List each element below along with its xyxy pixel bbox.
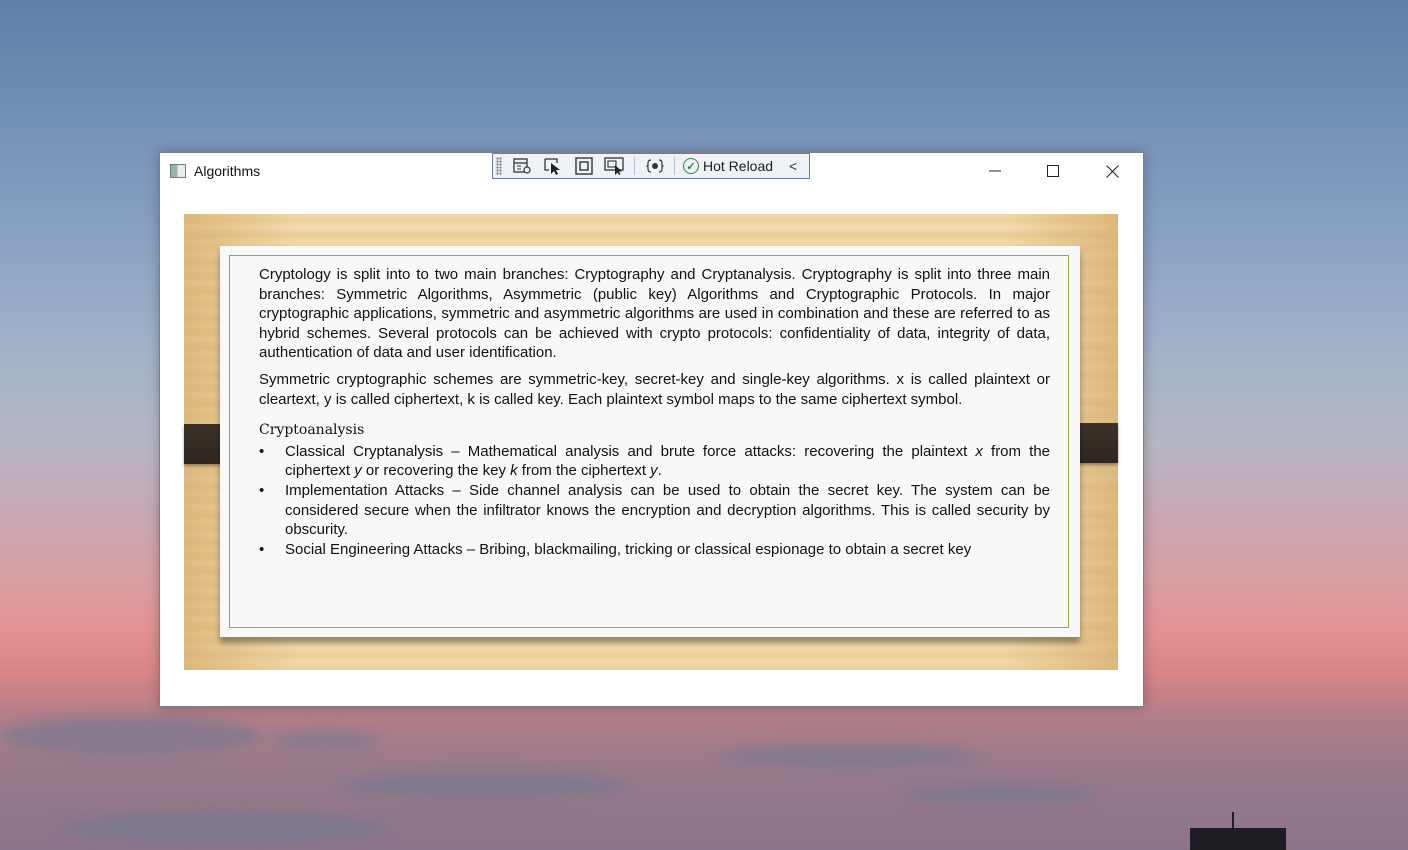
title-bar[interactable]: Algorithms ✓ Hot Reload < [160, 153, 1143, 191]
list-text: from the ciphertext [517, 462, 651, 480]
var-y: y [650, 462, 658, 480]
desktop-wallpaper: Algorithms ✓ Hot Reload < Cryptology is … [0, 0, 1408, 850]
display-layout-adorners-icon[interactable] [573, 156, 595, 176]
cloud [270, 732, 380, 748]
xaml-debug-toolbar: ✓ Hot Reload < [492, 153, 810, 179]
binding-failures-icon[interactable] [644, 156, 666, 176]
cloud [0, 715, 260, 755]
app-window: Algorithms ✓ Hot Reload < Cryptology is … [159, 152, 1144, 707]
list-text: or recovering the key [361, 462, 511, 480]
cloud [60, 812, 390, 842]
list-item-implementation: Implementation Attacks – Side channel an… [259, 481, 1050, 540]
building-silhouette [1190, 828, 1286, 850]
cloud [340, 772, 630, 798]
toolbar-grip-icon[interactable] [496, 157, 502, 175]
list-item-classical: Classical Cryptanalysis – Mathematical a… [259, 442, 1050, 481]
track-focused-element-icon[interactable] [604, 156, 626, 176]
toolbar-separator [674, 157, 675, 175]
section-title: Cryptoanalysis [259, 422, 365, 439]
hot-reload-status[interactable]: ✓ Hot Reload [683, 158, 773, 174]
var-x: x [975, 442, 983, 460]
window-title: Algorithms [194, 163, 261, 179]
document-content: Cryptology is split into to two main bra… [259, 265, 1050, 559]
close-button[interactable] [1083, 153, 1141, 189]
cloud [720, 745, 980, 767]
wood-background: Cryptology is split into to two main bra… [184, 214, 1118, 670]
list-item-social-engineering: Social Engineering Attacks – Bribing, bl… [259, 540, 1050, 560]
cryptanalysis-list: Classical Cryptanalysis – Mathematical a… [259, 442, 1050, 560]
hot-reload-label: Hot Reload [703, 158, 774, 174]
cloud [900, 785, 1100, 803]
list-text: . [657, 462, 662, 480]
app-icon [170, 164, 186, 178]
maximize-button[interactable] [1024, 153, 1082, 189]
paper-card: Cryptology is split into to two main bra… [220, 246, 1080, 637]
collapse-toolbar-chevron-icon[interactable]: < [789, 158, 797, 174]
select-element-icon[interactable] [542, 156, 564, 176]
paragraph-cryptology: Cryptology is split into to two main bra… [259, 266, 1050, 362]
check-circle-icon: ✓ [683, 158, 699, 174]
paragraph-symmetric: Symmetric cryptographic schemes are symm… [259, 370, 1050, 408]
live-visual-tree-icon[interactable] [511, 156, 533, 176]
toolbar-separator [634, 157, 635, 175]
var-k: k [510, 462, 518, 480]
list-text: Classical Cryptanalysis – Mathematical a… [285, 442, 976, 460]
minimize-button[interactable] [966, 153, 1024, 189]
var-y: y [354, 462, 362, 480]
